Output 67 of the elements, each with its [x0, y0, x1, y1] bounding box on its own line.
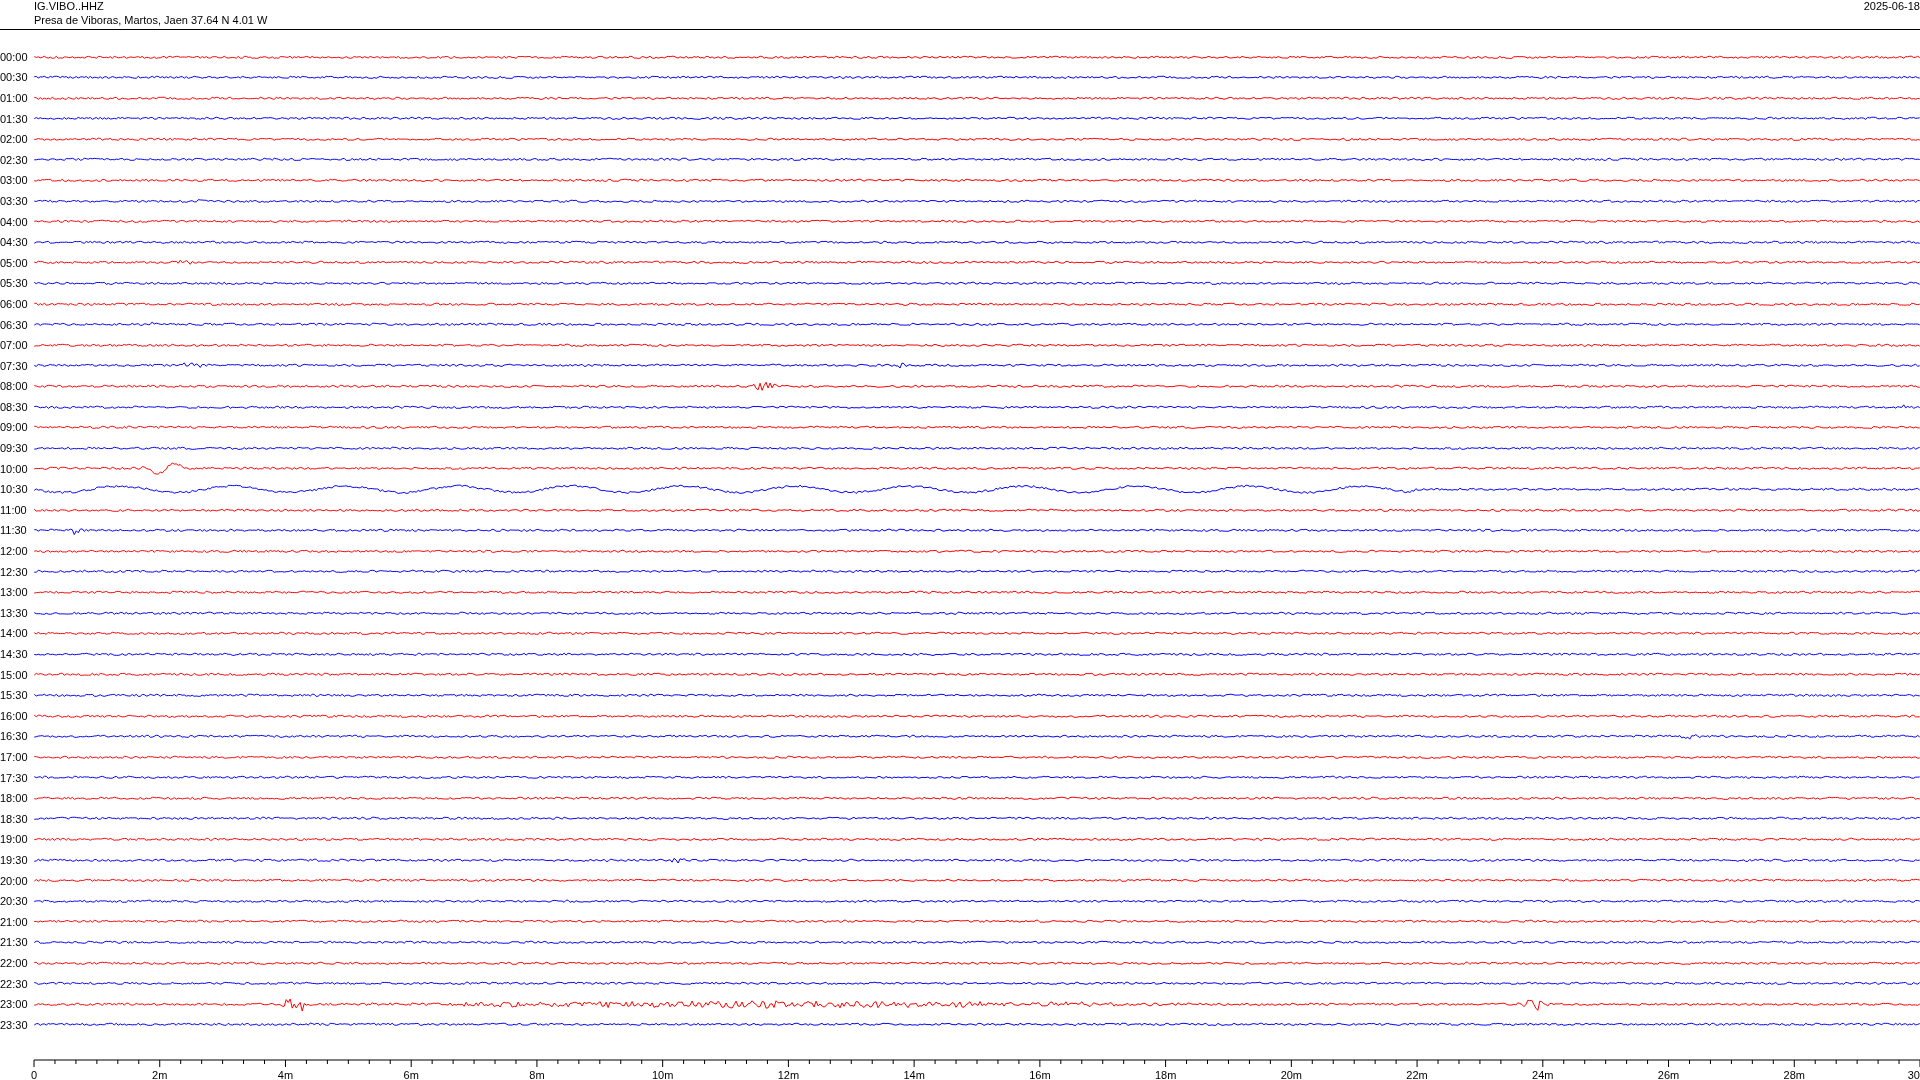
time-label: 08:00: [0, 380, 29, 393]
axis-tick-label: 26m: [1657, 1069, 1680, 1080]
time-label: 08:30: [0, 400, 29, 413]
time-label: 09:00: [0, 421, 29, 434]
time-label: 02:00: [0, 133, 29, 146]
time-label: 14:00: [0, 627, 29, 640]
time-label: 18:00: [0, 792, 29, 805]
time-label: 20:30: [0, 895, 29, 908]
time-label: 04:00: [0, 215, 29, 228]
time-label: 09:30: [0, 442, 29, 455]
time-label: 22:00: [0, 956, 29, 969]
time-label: 23:00: [0, 998, 29, 1011]
time-label: 15:00: [0, 668, 29, 681]
axis-tick-label: 20m: [1280, 1069, 1303, 1080]
time-label: 10:30: [0, 483, 29, 496]
time-label: 02:30: [0, 153, 29, 166]
axis-tick-label: 6m: [403, 1069, 419, 1080]
time-label: 07:00: [0, 339, 29, 352]
date-label: 2025-06-18: [1863, 0, 1920, 14]
axis-tick-label: 22m: [1406, 1069, 1428, 1080]
time-label: 17:00: [0, 751, 29, 763]
time-label: 14:30: [0, 648, 29, 660]
time-label: 21:00: [0, 915, 29, 928]
time-label: 07:30: [0, 359, 29, 372]
time-label: 11:30: [0, 524, 28, 537]
time-label: 10:00: [0, 462, 29, 475]
axis-tick-label: 4m: [277, 1069, 294, 1080]
axis-tick-label: 18m: [1154, 1069, 1177, 1080]
time-label: 12:30: [0, 565, 29, 578]
time-label: 11:00: [0, 503, 28, 516]
axis-tick-label: 30: [1907, 1069, 1920, 1080]
axis-tick-label: 16m: [1029, 1069, 1051, 1080]
axis-tick-label: 28m: [1783, 1069, 1805, 1080]
station-code: IG.VIBO..HHZ: [34, 0, 105, 13]
time-label: 19:00: [0, 833, 29, 846]
time-label: 13:00: [0, 586, 29, 599]
time-label: 13:30: [0, 606, 29, 619]
axis-tick-label: 2m: [152, 1069, 168, 1080]
axis-tick-label: 10m: [651, 1069, 674, 1080]
station-location: Presa de Viboras, Martos, Jaen 37.64 N 4.01 W: [34, 13, 268, 27]
time-label: 20:00: [0, 874, 29, 887]
time-label: 19:30: [0, 853, 29, 866]
time-label: 01:00: [0, 92, 29, 104]
axis-tick-label: 8m: [529, 1069, 545, 1080]
axis-tick-label: 24m: [1532, 1069, 1554, 1080]
time-label: 04:30: [0, 236, 29, 249]
time-label: 01:30: [0, 112, 29, 125]
time-label: 00:30: [0, 71, 29, 84]
time-label: 12:00: [0, 545, 29, 558]
axis-tick-label: 0: [30, 1069, 38, 1080]
time-label: 16:30: [0, 730, 29, 743]
time-label: 16:00: [0, 709, 29, 722]
time-label: 15:30: [0, 689, 29, 702]
time-label: 05:30: [0, 277, 29, 290]
axis-tick-label: 12m: [777, 1069, 800, 1080]
time-label: 17:30: [0, 771, 29, 784]
time-label: 23:30: [0, 1018, 29, 1031]
time-label: 21:30: [0, 936, 29, 949]
time-label: 05:00: [0, 256, 29, 269]
time-label: 06:30: [0, 318, 29, 331]
time-label: 06:00: [0, 297, 29, 310]
time-label: 00:00: [0, 50, 29, 63]
time-label: 03:00: [0, 174, 29, 187]
time-label: 18:30: [0, 812, 29, 825]
time-label: 03:30: [0, 194, 29, 207]
axis-tick-label: 14m: [903, 1069, 925, 1080]
time-label: 22:30: [0, 977, 29, 990]
